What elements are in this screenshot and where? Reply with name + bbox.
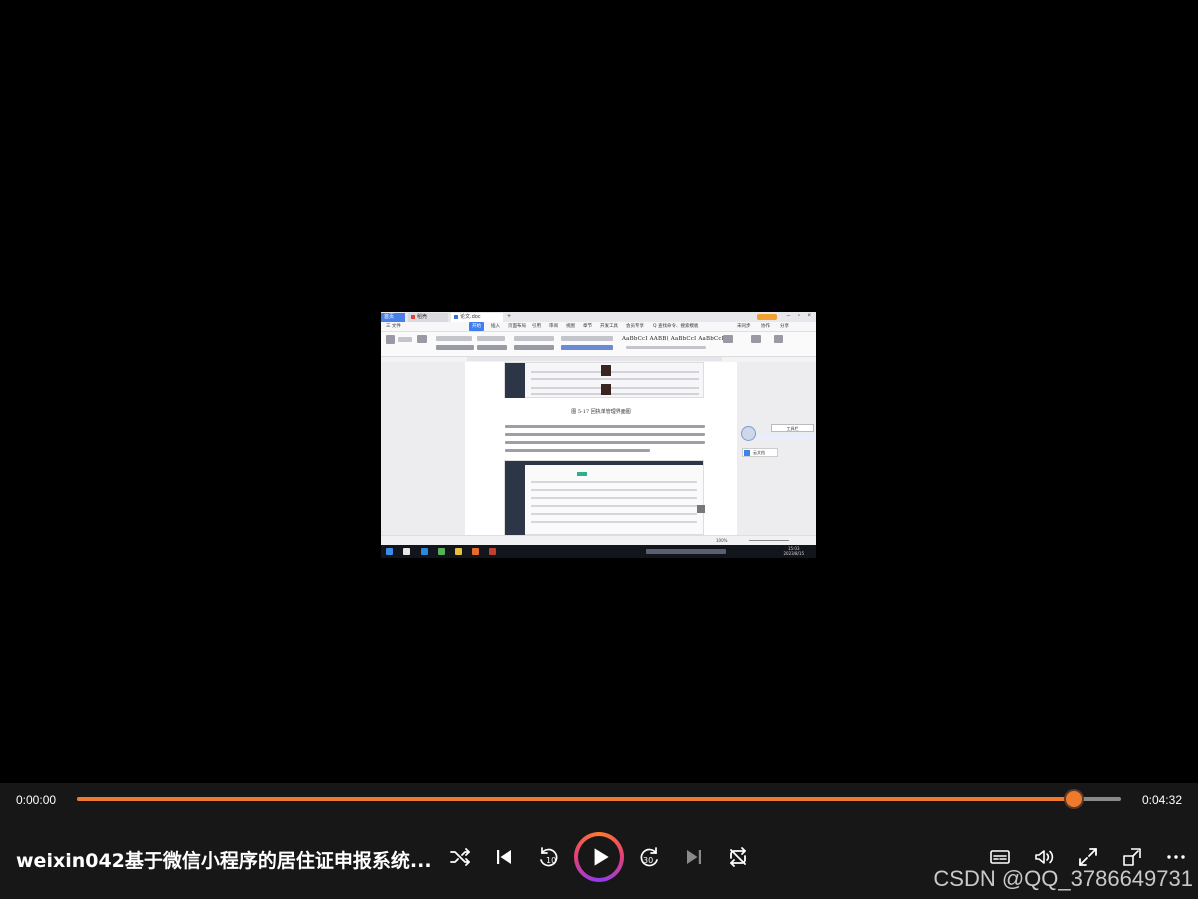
menu-member: 会员专享 xyxy=(626,324,644,329)
figure-caption: 图 5-17 回执单管理界面图 xyxy=(571,409,631,415)
forward-30-icon[interactable]: 30 xyxy=(638,845,662,869)
menu-layout: 页面布局 xyxy=(508,324,526,329)
wps-icon xyxy=(472,548,479,555)
document-canvas: 图 5-17 回执单管理界面图 工具栏 云文档 xyxy=(381,362,816,535)
ruler xyxy=(467,357,722,361)
repeat-icon[interactable] xyxy=(726,845,750,869)
video-title: weixin042基于微信小程序的居住证申报系统... xyxy=(16,850,432,872)
word-doc-icon xyxy=(454,314,458,319)
window-controls-icon: – ▫ × xyxy=(786,313,814,319)
edge-icon xyxy=(421,548,428,555)
player-controls: 0:00:00 0:04:32 weixin042基于微信小程序的居住证申报系统… xyxy=(0,783,1198,899)
docer-icon xyxy=(411,314,415,319)
tray-icons xyxy=(646,549,726,554)
menu-search: Q 查找命令、搜索模板 xyxy=(653,324,699,329)
menu-collab: 协作 xyxy=(761,324,770,329)
cloud-doc-button: 云文档 xyxy=(742,448,778,457)
svg-text:10: 10 xyxy=(546,856,556,865)
video-frame: 首页 稻壳 论文.doc + – ▫ × 三 文件 开始 插入 页面布局 引用 … xyxy=(381,312,816,558)
menu-references: 引用 xyxy=(532,324,541,329)
menu-chapter: 章节 xyxy=(583,324,592,329)
current-time: 0:00:00 xyxy=(16,793,57,807)
wps-tab-document: 论文.doc xyxy=(451,313,503,322)
wps-tab-home: 首页 xyxy=(381,313,405,322)
recorder-icon xyxy=(489,548,496,555)
rewind-10-icon[interactable]: 10 xyxy=(536,845,560,869)
zoom-level: 100% xyxy=(716,538,728,543)
wps-menu-bar: 三 文件 开始 插入 页面布局 引用 审阅 视图 章节 开发工具 会员专享 Q … xyxy=(381,322,816,332)
figure-screenshot-bottom xyxy=(504,460,705,535)
seek-bar-progress xyxy=(77,797,1075,801)
toolbar-pill: 工具栏 xyxy=(771,424,814,432)
new-tab-icon: + xyxy=(507,313,512,320)
windows-taskbar: 15:03 2023/8/15 xyxy=(381,545,816,558)
folder-icon xyxy=(455,548,462,555)
play-button[interactable] xyxy=(574,832,624,882)
menu-file: 三 文件 xyxy=(386,324,401,329)
menu-share: 分享 xyxy=(780,324,789,329)
video-area[interactable]: 首页 稻壳 论文.doc + – ▫ × 三 文件 开始 插入 页面布局 引用 … xyxy=(0,0,1198,783)
member-badge xyxy=(757,314,777,320)
avatar xyxy=(741,426,756,441)
menu-insert: 插入 xyxy=(491,324,500,329)
total-duration: 0:04:32 xyxy=(1141,793,1182,807)
taskbar-clock: 15:03 2023/8/15 xyxy=(783,546,804,556)
seek-bar[interactable] xyxy=(77,791,1121,807)
watermark: CSDN @QQ_3786649731 xyxy=(933,866,1193,891)
play-icon xyxy=(594,848,609,866)
menu-dev-tools: 开发工具 xyxy=(600,324,618,329)
document-page: 图 5-17 回执单管理界面图 xyxy=(465,362,737,535)
menu-sync: 未同步 xyxy=(737,324,751,329)
menu-home: 开始 xyxy=(469,322,484,331)
browser-icon xyxy=(438,548,445,555)
svg-text:30: 30 xyxy=(643,856,653,865)
style-gallery: AaBbCcI AABB( AaBbCcI AaBbCcDc xyxy=(622,336,730,342)
start-icon xyxy=(386,548,393,555)
skip-next-icon[interactable] xyxy=(682,845,706,869)
task-view-icon xyxy=(403,548,410,555)
shuffle-icon[interactable] xyxy=(448,845,472,869)
toolbar-icons xyxy=(757,434,814,440)
wps-ribbon: AaBbCcI AABB( AaBbCcI AaBbCcDc xyxy=(381,332,816,357)
seek-bar-thumb[interactable] xyxy=(1066,791,1083,807)
menu-view: 视图 xyxy=(566,324,575,329)
wps-tab-bar: 首页 稻壳 论文.doc + – ▫ × xyxy=(381,312,816,322)
wps-tab-docer: 稻壳 xyxy=(408,313,448,322)
menu-review: 审阅 xyxy=(549,324,558,329)
document-status-bar: 100% xyxy=(381,535,816,545)
floating-toolbar: 工具栏 云文档 xyxy=(739,424,816,464)
figure-screenshot-top xyxy=(504,362,704,398)
skip-previous-icon[interactable] xyxy=(492,845,516,869)
